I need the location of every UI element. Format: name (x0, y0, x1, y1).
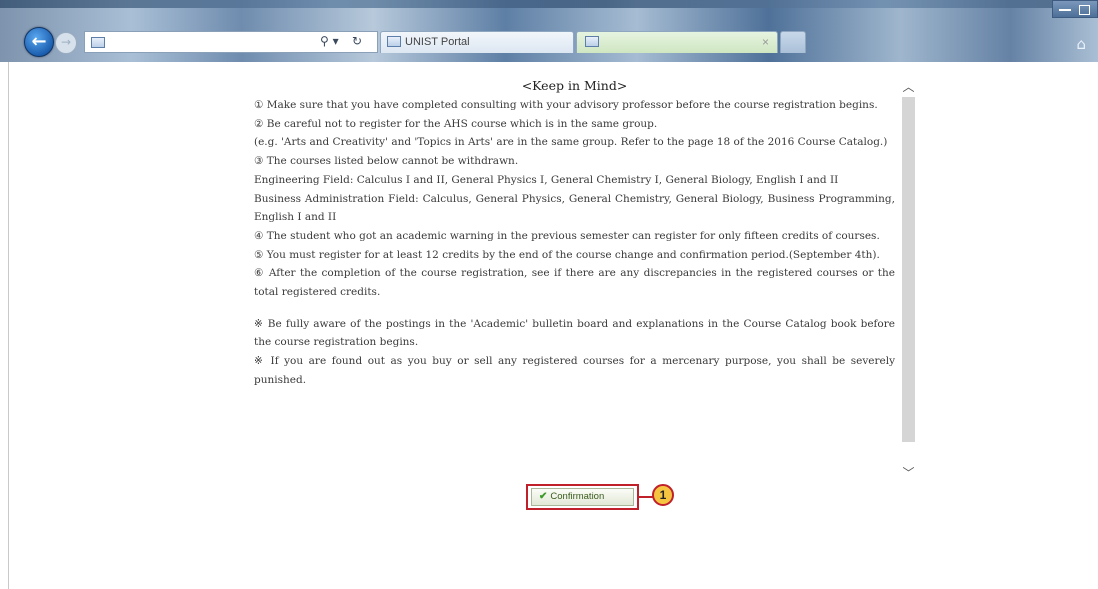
browser-toolbar: ← → ⚲ ▾ ↻ UNIST Portal × ⌂ (0, 0, 1098, 62)
window-controls[interactable] (1052, 0, 1098, 18)
tab-label: UNIST Portal (405, 36, 470, 48)
scroll-thumb[interactable] (902, 97, 915, 442)
minimize-icon[interactable] (1059, 9, 1071, 11)
back-arrow-icon[interactable]: ← (24, 27, 54, 57)
tab-unist-portal[interactable]: UNIST Portal (380, 31, 574, 53)
page-icon (387, 36, 401, 47)
notice-item: Business Administration Field: Calculus,… (254, 192, 895, 224)
home-icon[interactable]: ⌂ (1076, 35, 1086, 53)
notice-item: (e.g. 'Arts and Creativity' and 'Topics … (254, 136, 888, 149)
frame-border (8, 62, 9, 589)
search-icon[interactable]: ⚲ ▾ (320, 34, 339, 48)
notice-item: ① Make sure that you have completed cons… (254, 99, 878, 111)
notice-item: ⑤ You must register for at least 12 cred… (254, 248, 880, 261)
vertical-scrollbar[interactable]: ︿ ﹀ (900, 80, 917, 480)
tab-active[interactable]: × (576, 31, 778, 53)
notice-panel: <Keep in Mind> ① Make sure that you have… (254, 76, 895, 390)
chevron-up-icon[interactable]: ︿ (900, 80, 917, 94)
notice-item: Engineering Field: Calculus I and II, Ge… (254, 173, 839, 186)
confirmation-label: Confirmation (550, 491, 605, 502)
new-tab-button[interactable] (780, 31, 806, 53)
page-icon (585, 36, 599, 47)
notice-item: ※ Be fully aware of the postings in the … (254, 317, 895, 349)
maximize-icon[interactable] (1079, 5, 1090, 15)
page-icon (91, 37, 105, 48)
notice-item: ⑥ After the completion of the course reg… (254, 267, 895, 299)
notice-item: ② Be careful not to register for the AHS… (254, 117, 658, 130)
callout-connector (639, 496, 653, 498)
window-title-strip (0, 0, 1098, 8)
notice-title: <Keep in Mind> (521, 78, 628, 93)
check-icon: ✔ (539, 491, 548, 502)
chevron-down-icon[interactable]: ﹀ (900, 466, 917, 480)
refresh-icon[interactable]: ↻ (352, 34, 362, 48)
forward-arrow-icon[interactable]: → (55, 32, 77, 54)
notice-item: ③ The courses listed below cannot be wit… (254, 155, 519, 168)
callout-badge: 1 (652, 484, 674, 506)
notice-item: ※ If you are found out as you buy or sel… (254, 355, 895, 386)
confirmation-button[interactable]: ✔ Confirmation (531, 488, 634, 506)
close-icon[interactable]: × (762, 35, 769, 49)
notice-item: ④ The student who got an academic warnin… (254, 229, 880, 242)
